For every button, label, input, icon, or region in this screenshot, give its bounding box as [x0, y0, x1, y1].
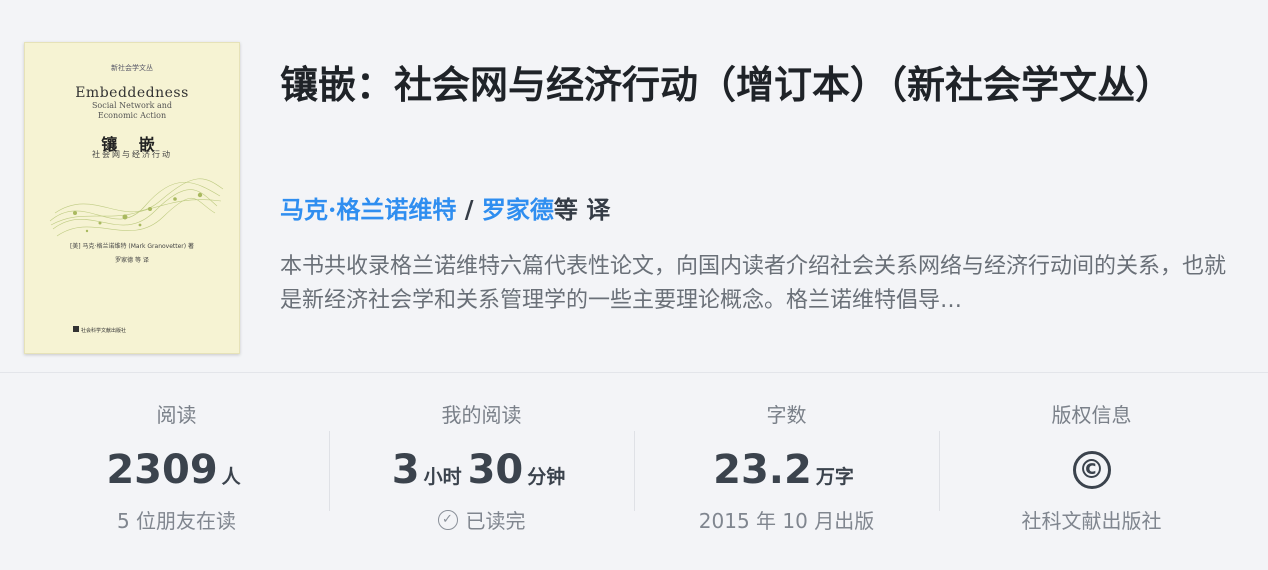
stat-label: 我的阅读	[441, 403, 522, 427]
book-title: 镶嵌：社会网与经济行动（增订本）（新社会学文丛）	[280, 62, 1174, 107]
word-unit: 万字	[815, 466, 854, 488]
author-line: 马克·格兰诺维特 / 罗家德等 译	[280, 193, 610, 227]
stat-label: 版权信息	[1051, 403, 1132, 427]
translator-link[interactable]: 罗家德	[482, 195, 554, 224]
publisher-logo-icon	[73, 326, 79, 332]
reader-unit: 人	[221, 466, 241, 488]
cover-publisher: 社会科学文献出版社	[81, 328, 127, 334]
author-link[interactable]: 马克·格兰诺维特	[280, 195, 456, 224]
reading-status-text: 已读完	[465, 509, 526, 533]
cover-chinese-subtitle: 社会网与经济行动	[92, 150, 172, 159]
publish-date: 2015 年 10 月出版	[698, 509, 875, 533]
hours-unit: 小时	[423, 466, 462, 488]
reader-count: 2309	[106, 447, 218, 493]
reading-minutes: 30	[467, 447, 524, 493]
stat-copyright[interactable]: 版权信息 © 社科文献出版社	[939, 373, 1244, 570]
minutes-unit: 分钟	[527, 466, 566, 488]
book-header: 新社会学文丛 Embeddedness Social Network and E…	[0, 0, 1268, 372]
stat-value: 3 小时 30 分钟	[329, 447, 634, 493]
word-count: 23.2	[713, 447, 812, 493]
stat-my-reading[interactable]: 我的阅读 3 小时 30 分钟 ✓ 已读完	[329, 373, 634, 570]
cover-network-illustration	[49, 178, 224, 237]
stat-value: 2309 人	[24, 447, 329, 493]
book-description[interactable]: 本书共收录格兰诺维特六篇代表性论文，向国内读者介绍社会关系网络与经济行动间的关系…	[280, 250, 1240, 318]
friends-reading[interactable]: 5 位朋友在读	[24, 505, 329, 534]
stat-value: ©	[939, 447, 1244, 489]
author-separator: /	[464, 195, 474, 224]
copyright-icon: ©	[1072, 451, 1111, 489]
stat-value: 23.2 万字	[634, 447, 939, 493]
cover-author: [美] 马克·格兰诺维特 (Mark Granovetter) 著	[69, 243, 195, 250]
cover-english-subtitle: Social Network and Economic Action	[91, 101, 173, 120]
stats-bar: 阅读 2309 人 5 位朋友在读 我的阅读 3 小时 30 分钟 ✓ 已读完 …	[24, 373, 1244, 570]
publisher-name: 社科文献出版社	[1021, 509, 1162, 533]
book-cover[interactable]: 新社会学文丛 Embeddedness Social Network and E…	[24, 42, 240, 354]
stat-label: 阅读	[156, 403, 197, 427]
cover-english-title: Embeddedness	[75, 85, 189, 101]
stat-words[interactable]: 字数 23.2 万字 2015 年 10 月出版	[634, 373, 939, 570]
reading-hours: 3	[391, 447, 420, 493]
stat-label: 字数	[766, 403, 807, 427]
stat-reading[interactable]: 阅读 2309 人 5 位朋友在读	[24, 373, 329, 570]
cover-series: 新社会学文丛	[111, 64, 153, 72]
cover-translator: 罗家德 等 译	[115, 257, 149, 264]
reading-status: ✓ 已读完	[329, 505, 634, 534]
translator-suffix: 等 译	[553, 195, 611, 224]
check-circle-icon: ✓	[437, 509, 458, 530]
